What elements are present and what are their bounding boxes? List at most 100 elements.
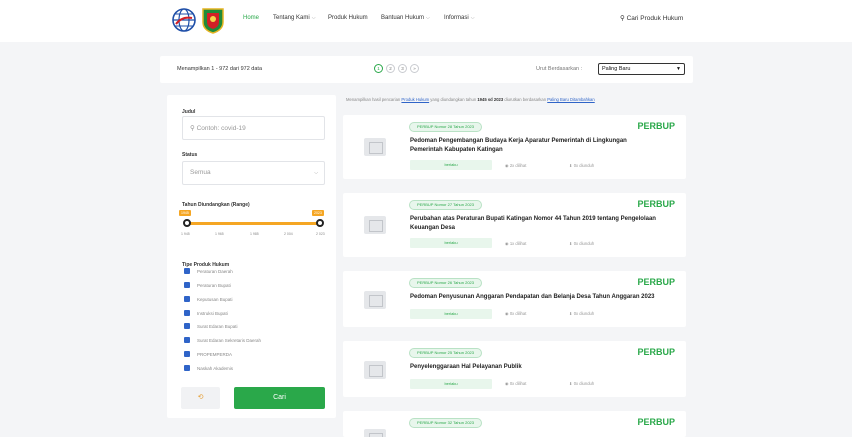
checkbox-checked[interactable] <box>184 365 190 371</box>
eye-icon: ◉ <box>505 163 509 168</box>
year-tick: 1 985 <box>250 232 259 236</box>
year-tick: 2 004 <box>284 232 293 236</box>
document-number-pill: PERBUP Nomor 25 Tahun 2023 <box>409 348 482 358</box>
year-tick: 1 945 <box>181 232 190 236</box>
eye-icon: ◉ <box>505 311 509 316</box>
nav-home[interactable]: Home <box>243 15 259 21</box>
filter-sidebar: Judul ⚲ Contoh: covid-19 Status Semua ⌵ … <box>167 95 336 418</box>
sort-select[interactable]: Paling Baru ▼ <box>598 63 685 75</box>
document-number-pill: PERBUP Nomor 27 Tahun 2023 <box>409 200 482 210</box>
document-title[interactable]: Pedoman Pengembangan Budaya Kerja Aparat… <box>410 137 660 155</box>
checkbox-checked[interactable] <box>184 282 190 288</box>
page-3-button[interactable]: 3 <box>398 64 407 73</box>
page-1-button[interactable]: 1 <box>374 64 383 73</box>
type-checkbox-perbup[interactable]: Peraturan Bupati <box>184 282 231 288</box>
download-icon: ⬇ <box>569 311 573 316</box>
year-tick: 2 023 <box>316 232 325 236</box>
nav-tentang-kami[interactable]: Tentang Kami ⌵ <box>273 15 316 21</box>
nav-informasi[interactable]: Informasi ⌵ <box>444 15 474 21</box>
checkbox-checked[interactable] <box>184 351 190 357</box>
views-count: ◉ 0x dilihat <box>505 381 527 386</box>
year-max-handle[interactable] <box>316 219 324 227</box>
site-logo-globe[interactable] <box>172 6 196 34</box>
document-thumbnail <box>364 291 386 309</box>
document-thumbnail <box>364 429 386 437</box>
type-checkbox-perda[interactable]: Peraturan Daerah <box>184 268 233 274</box>
top-navbar: Home Tentang Kami ⌵ Produk Hukum Bantuan … <box>0 0 852 42</box>
downloads-count: ⬇ 0x diunduh <box>569 163 595 168</box>
download-icon: ⬇ <box>569 381 573 386</box>
year-range-track[interactable] <box>186 222 320 225</box>
document-thumbnail <box>364 138 386 156</box>
document-thumbnail <box>364 216 386 234</box>
document-thumbnail <box>364 361 386 379</box>
status-badge: berlaku <box>410 160 492 170</box>
downloads-count: ⬇ 0x diunduh <box>569 311 595 316</box>
checkbox-checked[interactable] <box>184 268 190 274</box>
next-page-button[interactable]: » <box>410 64 419 73</box>
views-count: ◉ 0x dilihat <box>505 311 527 316</box>
document-type-badge: PERBUP <box>637 121 675 131</box>
document-type-badge: PERBUP <box>637 199 675 209</box>
document-number-pill: PERBUP Nomor 28 Tahun 2023 <box>409 122 482 132</box>
document-type-badge: PERBUP <box>637 417 675 427</box>
checkbox-checked[interactable] <box>184 310 190 316</box>
downloads-count: ⬇ 0x diunduh <box>569 241 595 246</box>
checkbox-checked[interactable] <box>184 323 190 329</box>
results-toolbar: Menampilkan 1 - 972 dari 972 data 1 2 3 … <box>160 56 693 83</box>
year-max-tag: 2023 <box>312 210 324 216</box>
eye-icon: ◉ <box>505 381 509 386</box>
document-type-badge: PERBUP <box>637 277 675 287</box>
type-checkbox-instruksi[interactable]: Instruksi Bupati <box>184 310 228 316</box>
status-select[interactable]: Semua ⌵ <box>182 161 325 185</box>
download-icon: ⬇ <box>569 241 573 246</box>
eye-icon: ◉ <box>505 241 509 246</box>
chevron-down-icon: ⌵ <box>314 170 318 176</box>
judul-input[interactable]: ⚲ Contoh: covid-19 <box>182 116 325 140</box>
page-2-button[interactable]: 2 <box>386 64 395 73</box>
type-checkbox-naskah[interactable]: Naskah Akademis <box>184 365 233 371</box>
document-title[interactable]: Pedoman Penyusunan Anggaran Pendapatan d… <box>410 293 660 302</box>
search-button[interactable]: Cari <box>234 387 325 409</box>
year-tick: 1 965 <box>215 232 224 236</box>
document-number-pill: PERBUP Nomor 26 Tahun 2023 <box>409 278 482 288</box>
result-card[interactable]: PERBUP Nomor 32 Tahun 2023 PERBUP <box>343 411 686 437</box>
checkbox-checked[interactable] <box>184 296 190 302</box>
result-card[interactable]: PERBUP Nomor 27 Tahun 2023 PERBUP Peruba… <box>343 193 686 257</box>
search-produk-hukum-link[interactable]: ⚲ Cari Produk Hukum <box>620 14 683 22</box>
result-card[interactable]: PERBUP Nomor 25 Tahun 2023 PERBUP Penyel… <box>343 341 686 397</box>
reset-icon: ⟲ <box>197 394 204 401</box>
status-label: Status <box>182 152 198 158</box>
result-card[interactable]: PERBUP Nomor 26 Tahun 2023 PERBUP Pedoma… <box>343 271 686 327</box>
search-icon: ⚲ <box>620 15 625 22</box>
checkbox-checked[interactable] <box>184 337 190 343</box>
document-number-pill: PERBUP Nomor 32 Tahun 2023 <box>409 418 482 428</box>
document-type-badge: PERBUP <box>637 347 675 357</box>
sort-order-link[interactable]: Paling Baru Ditambahkan <box>547 97 595 102</box>
year-min-tag: 1945 <box>179 210 191 216</box>
status-badge: berlaku <box>410 379 492 389</box>
document-title[interactable]: Perubahan atas Peraturan Bupati Katingan… <box>410 215 660 233</box>
views-count: ◉ 2x dilihat <box>505 163 527 168</box>
year-range-label: Tahun Diundangkan (Range) <box>182 202 250 208</box>
produk-hukum-link[interactable]: Produk Hukum <box>401 97 429 102</box>
views-count: ◉ 1x dilihat <box>505 241 527 246</box>
result-card[interactable]: PERBUP Nomor 28 Tahun 2023 PERBUP Pedoma… <box>343 115 686 179</box>
type-checkbox-se-sekda[interactable]: Surat Edaran Sekretaris Daerah <box>184 337 261 343</box>
type-checkbox-se-bupati[interactable]: Surat Edaran Bupati <box>184 323 238 329</box>
regency-emblem[interactable] <box>201 6 225 34</box>
results-count: Menampilkan 1 - 972 dari 972 data <box>177 66 262 72</box>
nav-produk-hukum[interactable]: Produk Hukum <box>328 15 368 21</box>
nav-bantuan-hukum[interactable]: Bantuan Hukum ⌵ <box>381 15 430 21</box>
search-icon: ⚲ <box>190 125 195 132</box>
reset-filter-button[interactable]: ⟲ <box>181 387 220 409</box>
sort-label: Urut Berdasarkan : <box>536 66 583 72</box>
search-summary: Menampilkan hasil pencarian Produk Hukum… <box>346 97 595 102</box>
status-badge: berlaku <box>410 309 492 319</box>
type-checkbox-propemperda[interactable]: PROPEMPERDA <box>184 351 232 357</box>
year-min-handle[interactable] <box>183 219 191 227</box>
document-title[interactable]: Penyelenggaraan Hal Pelayanan Publik <box>410 363 660 372</box>
judul-label: Judul <box>182 109 196 115</box>
type-checkbox-kepbup[interactable]: Keputusan Bupati <box>184 296 233 302</box>
chevron-down-icon: ⌵ <box>426 15 430 21</box>
